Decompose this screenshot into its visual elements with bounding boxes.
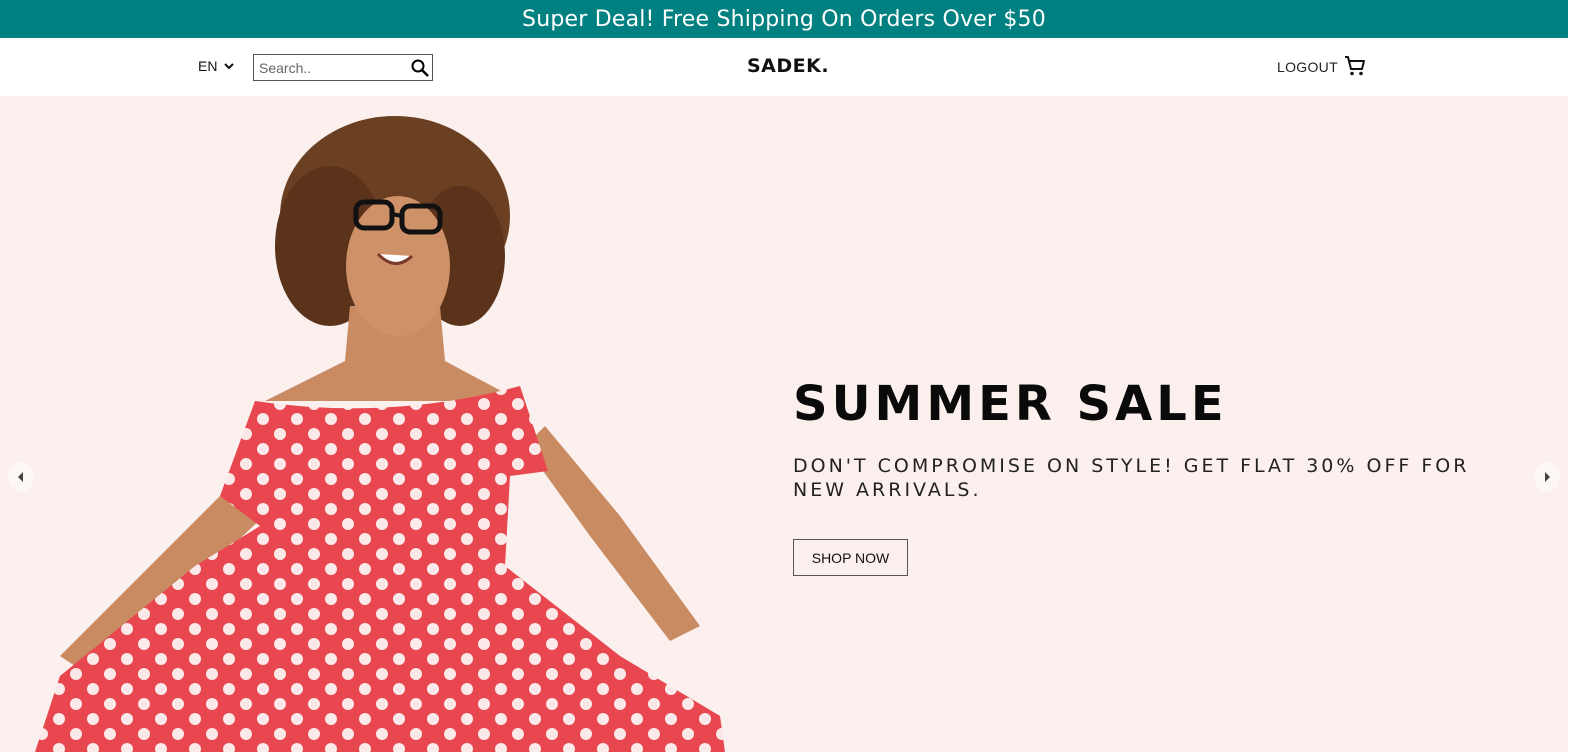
logout-link[interactable]: LOGOUT [1277, 59, 1338, 75]
arrow-left-icon [18, 472, 23, 482]
shop-now-button[interactable]: SHOP NOW [793, 539, 908, 576]
site-logo[interactable]: SADEK. [747, 55, 829, 77]
hero-slider: SUMMER SALE DON'T COMPROMISE ON STYLE! G… [0, 96, 1568, 752]
arrow-right-icon [1545, 472, 1550, 482]
language-selected-value: EN [198, 58, 218, 74]
search-box [253, 54, 433, 81]
shopping-cart-icon[interactable] [1343, 54, 1367, 78]
hero-model-image [35, 116, 725, 752]
next-slide-button[interactable] [1534, 462, 1560, 492]
announcement-bar: Super Deal! Free Shipping On Orders Over… [0, 0, 1568, 38]
announcement-text: Super Deal! Free Shipping On Orders Over… [522, 6, 1046, 32]
hero-description: DON'T COMPROMISE ON STYLE! GET FLAT 30% … [793, 455, 1470, 501]
chevron-down-icon [224, 63, 235, 70]
hero-title: SUMMER SALE [793, 376, 1228, 432]
search-icon[interactable] [410, 58, 430, 78]
navbar: EN SADEK. LOGOUT [0, 38, 1568, 96]
language-select[interactable]: EN [198, 58, 235, 74]
prev-slide-button[interactable] [8, 462, 34, 492]
search-input[interactable] [254, 55, 404, 80]
